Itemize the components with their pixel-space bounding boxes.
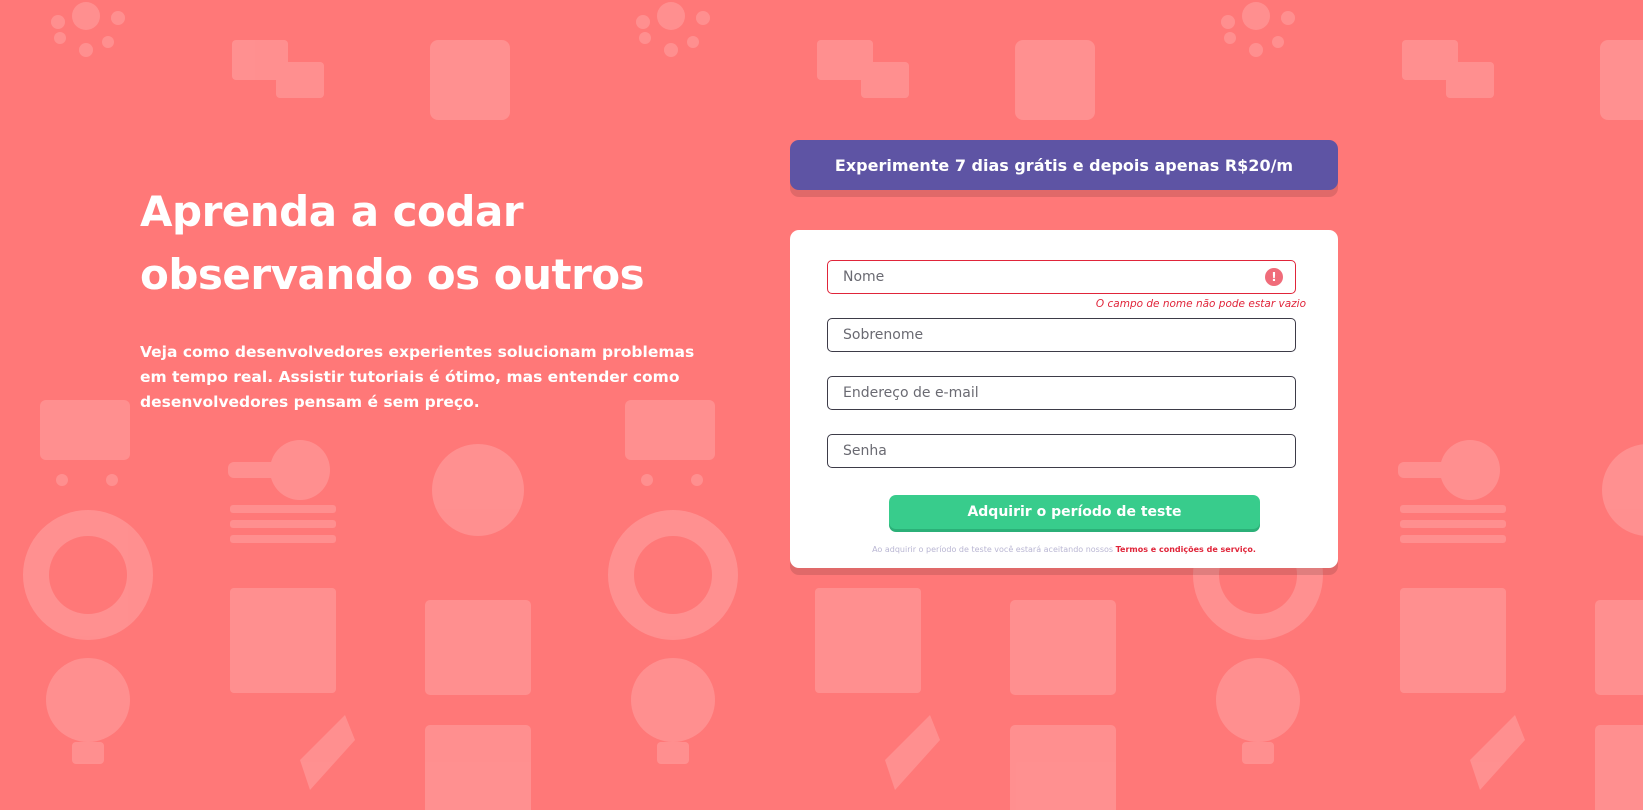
hero-section: Aprenda a codar observando os outros Vej… bbox=[140, 180, 710, 415]
promo-text: Experimente 7 dias grátis e depois apena… bbox=[834, 155, 1294, 175]
terms-prefix: Ao adquirir o período de teste você esta… bbox=[872, 545, 1114, 554]
last-name-field[interactable]: Sobrenome bbox=[827, 318, 1296, 352]
password-field[interactable]: Senha bbox=[827, 434, 1296, 468]
last-name-placeholder: Sobrenome bbox=[843, 327, 924, 343]
signup-form-card: Nome ! O campo de nome não pode estar va… bbox=[790, 230, 1338, 568]
email-placeholder: Endereço de e-mail bbox=[843, 385, 979, 401]
submit-trial-button[interactable]: Adquirir o período de teste bbox=[889, 495, 1260, 529]
password-placeholder: Senha bbox=[843, 443, 887, 459]
first-name-error-message: O campo de nome não pode estar vazio bbox=[1095, 298, 1306, 310]
hero-title: Aprenda a codar observando os outros bbox=[140, 180, 710, 306]
hero-title-line-2: observando os outros bbox=[140, 250, 645, 299]
promo-banner: Experimente 7 dias grátis e depois apena… bbox=[790, 140, 1338, 190]
first-name-field[interactable]: Nome ! bbox=[827, 260, 1296, 294]
hero-title-line-1: Aprenda a codar bbox=[140, 187, 524, 236]
submit-trial-label: Adquirir o período de teste bbox=[967, 504, 1182, 520]
error-icon: ! bbox=[1265, 268, 1283, 286]
terms-notice: Ao adquirir o período de teste você esta… bbox=[790, 545, 1338, 554]
hero-description: Veja como desenvolvedores experientes so… bbox=[140, 343, 695, 411]
email-field[interactable]: Endereço de e-mail bbox=[827, 376, 1296, 410]
first-name-placeholder: Nome bbox=[843, 269, 885, 285]
terms-link[interactable]: Termos e condições de serviço. bbox=[1116, 545, 1256, 554]
